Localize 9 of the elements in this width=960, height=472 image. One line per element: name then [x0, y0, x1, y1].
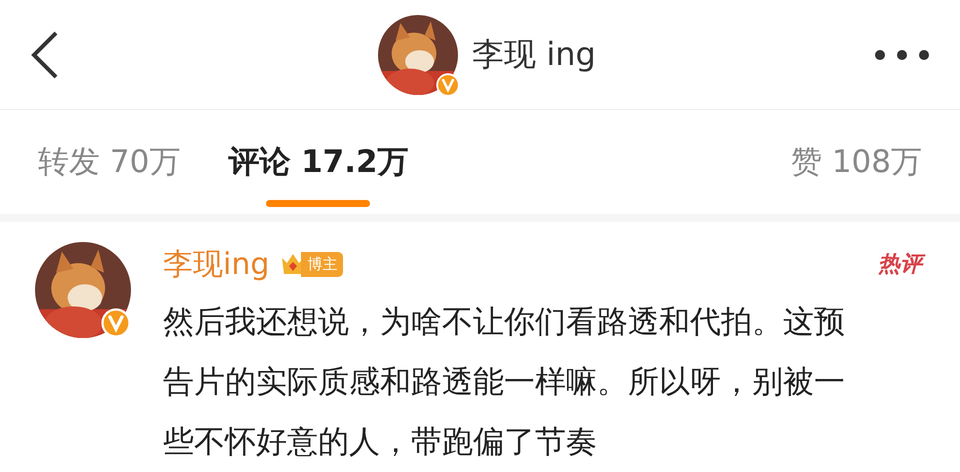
tab[interactable]: 转发 70万	[38, 117, 180, 207]
blogger-badge: 博主	[301, 252, 344, 276]
more-icon[interactable]	[874, 48, 930, 60]
tab[interactable]: 评论 17.2万	[228, 117, 409, 207]
author-name[interactable]: 李现ing	[163, 244, 270, 284]
page-title: 李现 ing	[472, 34, 596, 74]
tab[interactable]: 赞 108万	[790, 117, 922, 207]
comment-text: 然后我还想说，为啥不让你们看路透和代拍。这预告片的实际质感和路透能一样嘛。所以呀，别被一些不怀好意的人，带跑偏了节奏	[163, 303, 846, 462]
back-icon[interactable]	[30, 30, 60, 80]
